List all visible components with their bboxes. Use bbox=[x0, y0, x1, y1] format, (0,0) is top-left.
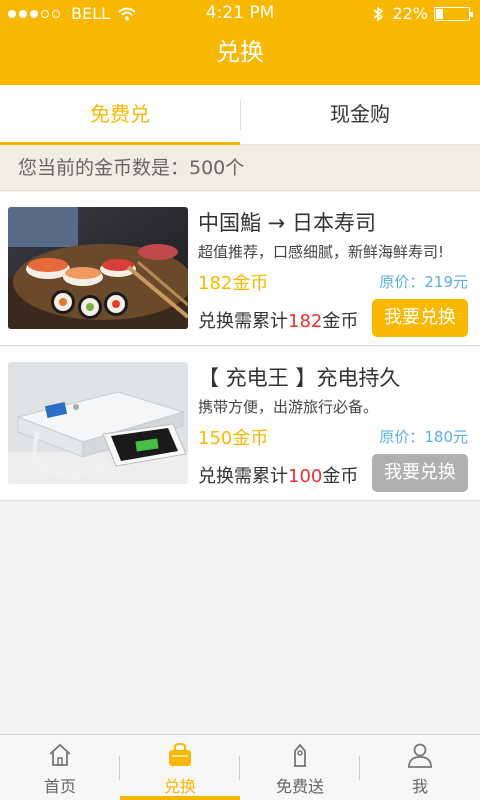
tabbar-label: 首页 bbox=[43, 777, 76, 796]
coin-balance: 您当前的金币数是：500个 bbox=[0, 145, 480, 191]
required-coins: 兑换需累计182金币 bbox=[198, 307, 358, 333]
product-card[interactable]: 【 充电王 】充电持久 携带方便，出游旅行必备。 150金币 原价：180元 兑… bbox=[0, 347, 480, 501]
required-coins-number: 182 bbox=[288, 311, 323, 332]
person-icon bbox=[408, 743, 432, 768]
required-coins-suffix: 金币 bbox=[322, 311, 359, 332]
original-price: 原价：180元 bbox=[379, 428, 468, 446]
required-coins-prefix: 兑换需累计 bbox=[198, 466, 288, 487]
bluetooth-icon bbox=[373, 6, 384, 21]
tabbar-item-home[interactable]: 首页 bbox=[0, 735, 120, 800]
tab-cash-purchase[interactable]: 现金购 bbox=[240, 85, 480, 144]
tabbar-label: 我 bbox=[411, 777, 428, 796]
exchange-button-disabled[interactable]: 我要兑换 bbox=[372, 454, 468, 492]
product-image-power-bank bbox=[8, 362, 188, 484]
tabbar-item-me[interactable]: 我 bbox=[360, 735, 480, 800]
product-description: 超值推荐，口感细腻，新鲜海鲜寿司! bbox=[198, 243, 445, 261]
coin-price: 150金币 bbox=[198, 428, 269, 449]
tabbar-label: 兑换 bbox=[163, 777, 196, 796]
tabbar-divider bbox=[239, 756, 240, 780]
required-coins-suffix: 金币 bbox=[322, 466, 359, 487]
tabbar-divider bbox=[359, 756, 360, 780]
tab-free-exchange[interactable]: 免费兑 bbox=[0, 85, 240, 145]
required-coins: 兑换需累计100金币 bbox=[198, 462, 358, 488]
tab-divider bbox=[240, 100, 241, 130]
tabbar-item-exchange[interactable]: 兑换 bbox=[120, 735, 240, 800]
product-title: 中国鮨 → 日本寿司 bbox=[198, 211, 376, 235]
original-price: 原价：219元 bbox=[379, 273, 468, 291]
bottom-tab-bar: 首页 兑换 免费送 我 bbox=[0, 734, 480, 800]
tabbar-item-free-gift[interactable]: 免费送 bbox=[240, 735, 360, 800]
header-bar: BELL 4:21 PM 22% 兑换 bbox=[0, 0, 480, 85]
page-title: 兑换 bbox=[216, 38, 264, 66]
tabbar-divider bbox=[119, 756, 120, 780]
battery-percent: 22% bbox=[392, 4, 428, 23]
required-coins-prefix: 兑换需累计 bbox=[198, 311, 288, 332]
tag-icon bbox=[294, 743, 306, 767]
exchange-button[interactable]: 我要兑换 bbox=[372, 299, 468, 337]
battery-icon bbox=[434, 6, 473, 21]
product-description: 携带方便，出游旅行必备。 bbox=[198, 398, 379, 416]
product-title: 【 充电王 】充电持久 bbox=[198, 366, 401, 390]
required-coins-number: 100 bbox=[288, 466, 323, 487]
home-icon bbox=[49, 743, 71, 766]
coin-price: 182金币 bbox=[198, 273, 269, 294]
bag-icon bbox=[169, 742, 191, 766]
product-image-sushi bbox=[8, 207, 188, 329]
tabbar-label: 免费送 bbox=[275, 777, 324, 796]
product-card[interactable]: 中国鮨 → 日本寿司 超值推荐，口感细腻，新鲜海鲜寿司! 182金币 原价：21… bbox=[0, 192, 480, 346]
status-bar: BELL 4:21 PM 22% bbox=[0, 0, 480, 28]
